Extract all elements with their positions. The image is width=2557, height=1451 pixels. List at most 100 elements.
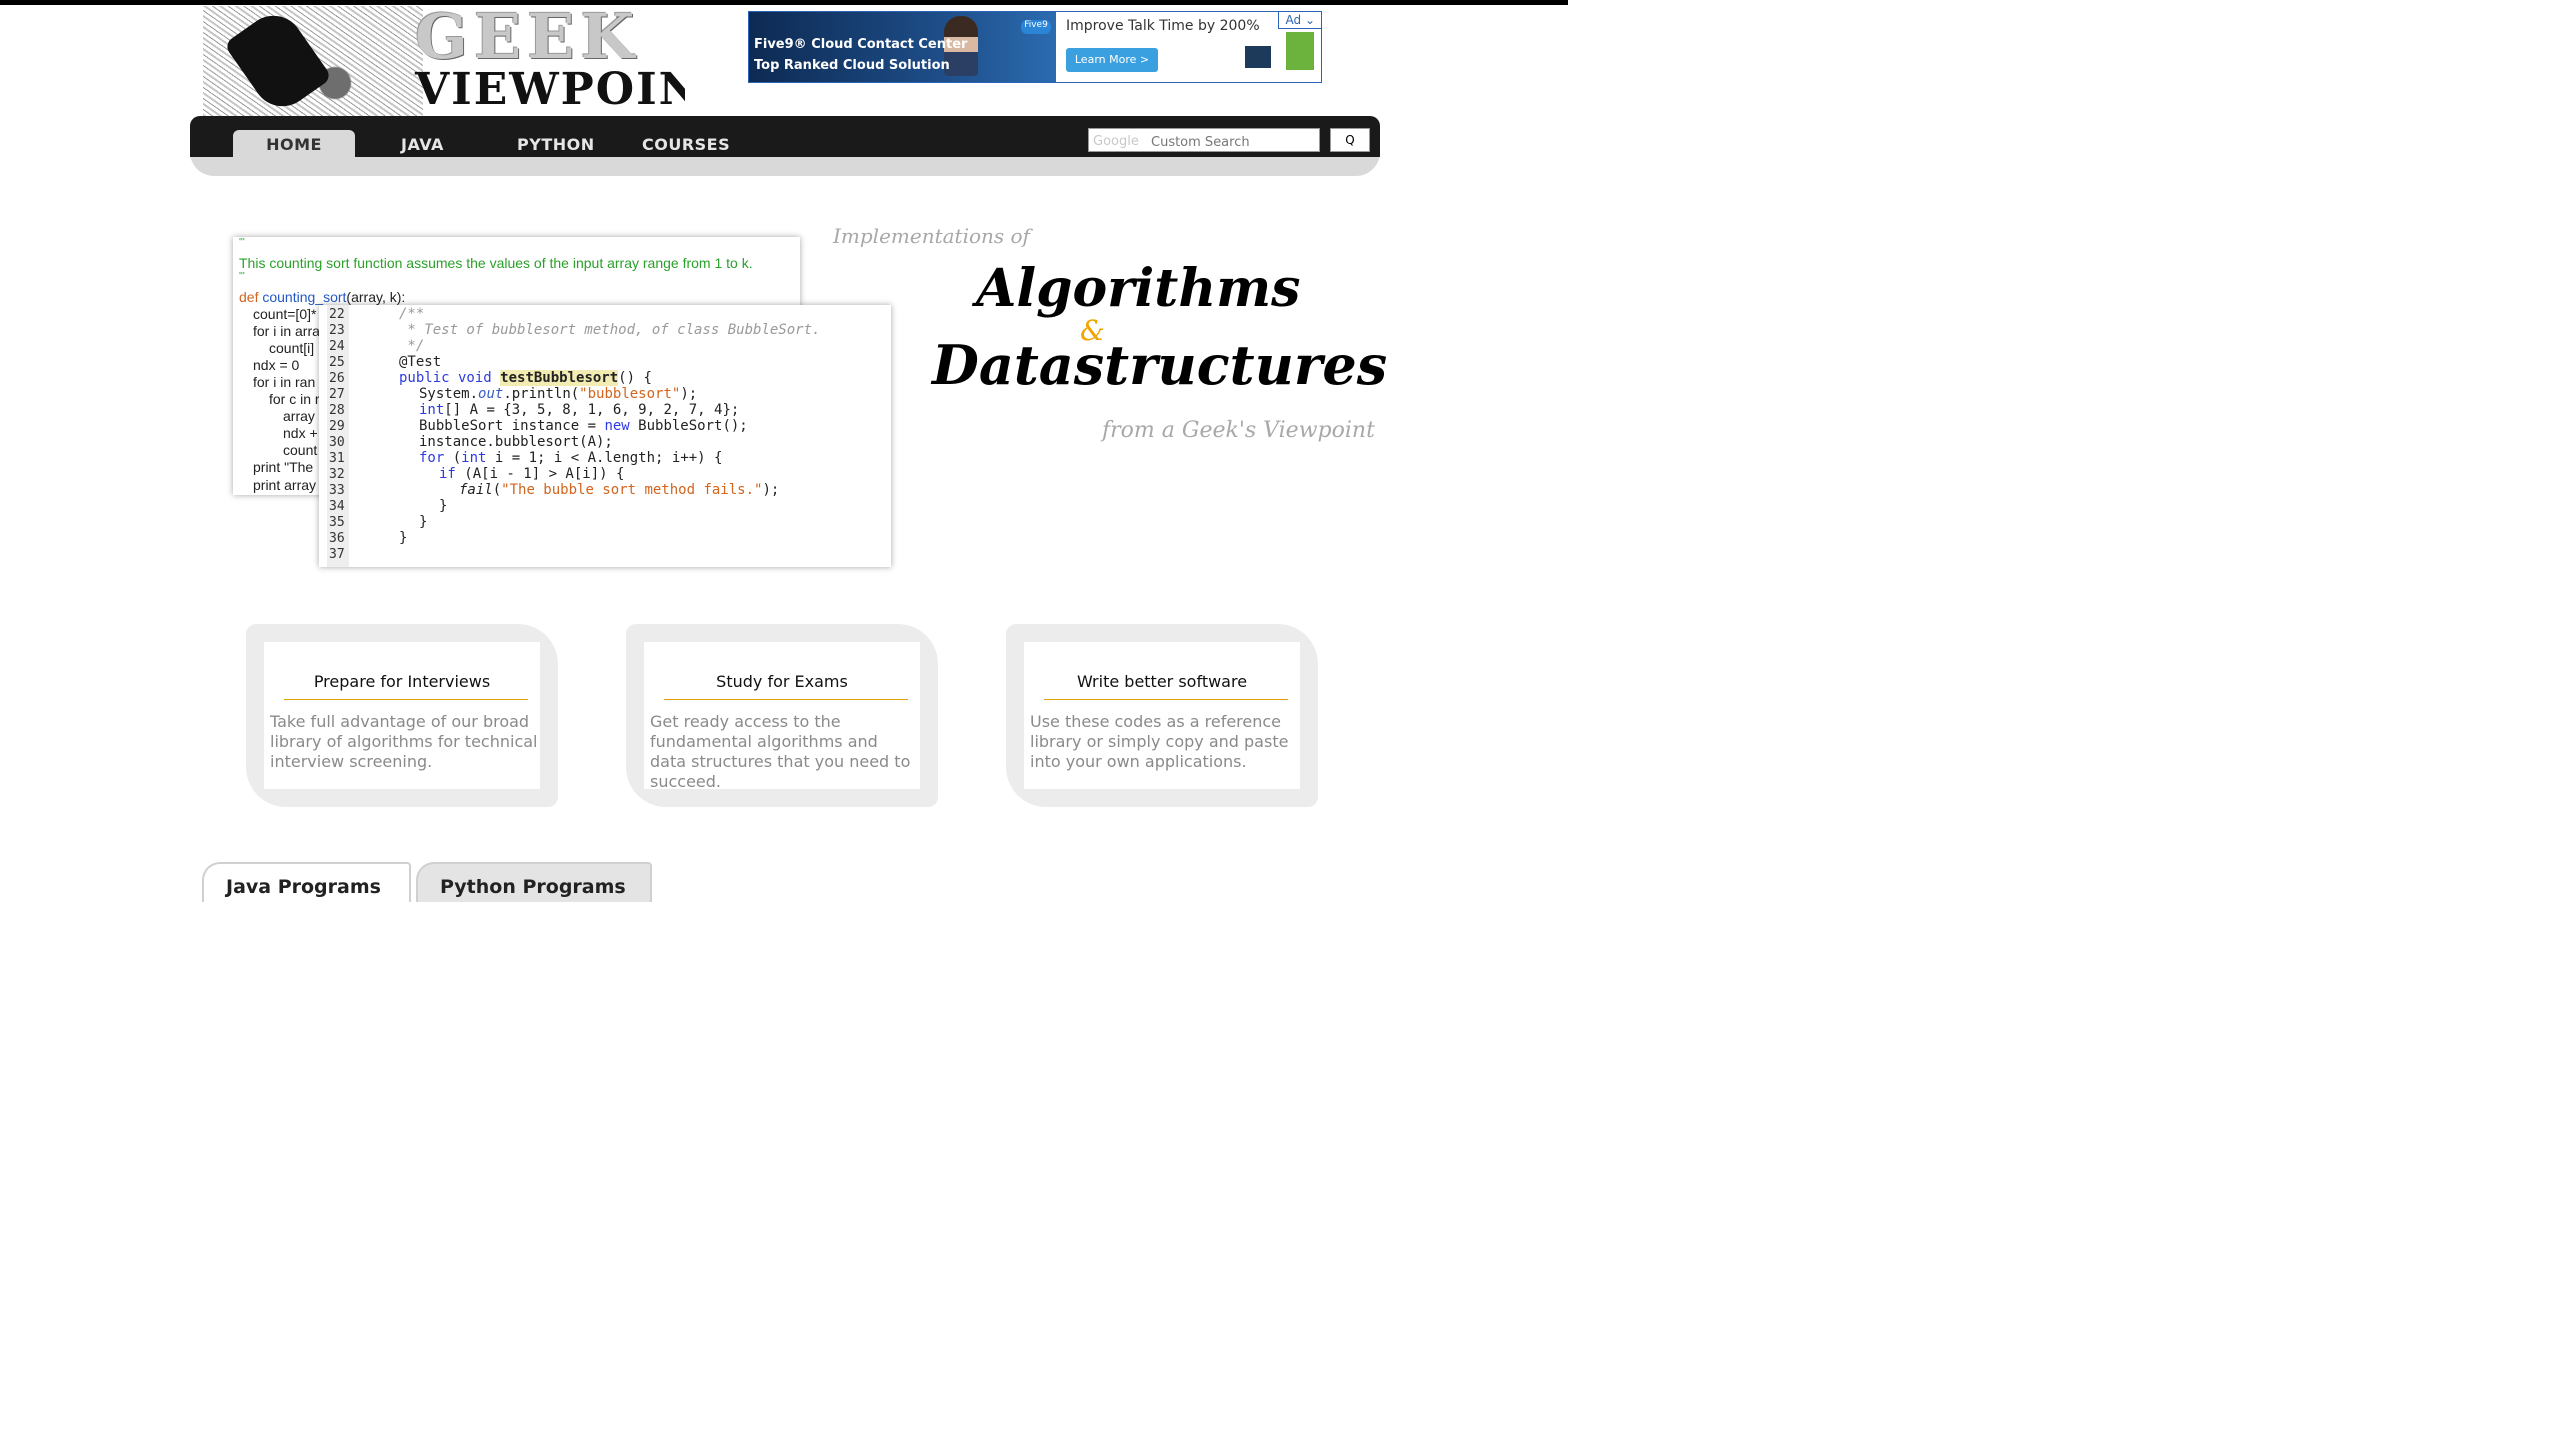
java-annotation: @Test [399,354,442,370]
feature-card-software: Write better software Use these codes as… [1006,624,1318,807]
java-comment: /** [399,306,425,322]
java-keyword: int [461,450,487,466]
java-text: ( [492,482,502,498]
card-body: Use these codes as a reference library o… [1030,712,1289,771]
feature-card-interviews: Prepare for Interviews Take full advanta… [246,624,558,807]
tab-java-programs[interactable]: Java Programs [202,862,411,902]
logo-word-viewpoint: VIEWPOINT [415,64,685,115]
java-line: BubbleSort instance = new BubbleSort(); [419,418,748,434]
hero-title-datastructures: Datastructures [932,333,1388,397]
hero-title-algorithms: Algorithms [976,258,1301,319]
ad-headline: Improve Talk Time by 200% [1066,18,1260,34]
feature-card-exams: Study for Exams Get ready access to the … [626,624,938,807]
ad-badge-label: Ad [1285,13,1302,27]
site-logo[interactable]: GEEK VIEWPOINT [203,6,685,116]
ad-brand-logo: Five9 [1021,20,1051,34]
google-logo-text: Google [1093,134,1139,149]
hero-intro: Implementations of [833,224,1030,248]
line-number: 32 [329,467,345,482]
code-line: count=[0]* [253,306,317,322]
java-text: ( [444,450,462,466]
java-method-call: fail [459,482,493,498]
line-number: 26 [329,371,345,386]
java-keyword: for [419,450,445,466]
python-def-line: def counting_sort(array, k): [239,289,405,305]
line-number: 31 [329,451,345,466]
card-divider [1044,699,1288,700]
search-placeholder: Custom Search [1151,135,1250,150]
java-line: instance.bubblesort(A); [419,434,613,450]
card-title: Prepare for Interviews [313,672,491,691]
line-number: 30 [329,435,345,450]
line-number: 29 [329,419,345,434]
ad-line-2: Top Ranked Cloud Solution [754,58,950,73]
java-line: fail("The bubble sort method fails."); [459,482,779,498]
code-line: ndx + [283,425,318,441]
code-line: count [283,442,318,458]
java-text: .println( [503,386,580,402]
code-line: for i in ran [253,374,316,390]
line-number: 24 [329,339,345,354]
function-name: counting_sort [262,289,347,305]
search-button[interactable]: Q [1330,128,1370,152]
def-keyword: def [239,289,259,305]
chevron-down-icon: ⌄ [1304,13,1315,27]
code-line: ndx = 0 [253,357,300,373]
java-text: System. [419,386,479,402]
java-comment: */ [399,338,425,354]
search-input[interactable]: Google Custom Search [1088,128,1320,152]
java-line: System.out.println("bubblesort"); [419,386,697,402]
code-line: for i in arra [253,323,320,339]
top-border [0,0,1568,5]
java-text: ); [762,482,780,498]
line-number: 34 [329,499,345,514]
code-line: array [283,408,315,424]
code-line: for c in r [269,391,320,407]
java-keyword: new [604,418,630,434]
java-line: } [399,530,408,546]
logo-word-geek: GEEK [415,6,641,73]
java-text: ); [680,386,698,402]
docstring-open: ''' [239,237,245,248]
java-field: out [478,386,504,402]
nav-tab-courses[interactable]: COURSES [642,130,730,157]
java-signature: public void testBubblesort() { [399,370,652,386]
java-keyword: int [419,402,445,418]
java-method-name: testBubblesort [500,370,619,386]
ad-learn-more-button[interactable]: Learn More > [1066,48,1158,72]
java-code-image: 22 23 24 25 26 27 28 29 30 31 32 33 34 3… [319,305,891,567]
java-line: for (int i = 1; i < A.length; i++) { [419,450,722,466]
ad-banner[interactable]: Five9 Five9® Cloud Contact Center Top Ra… [748,11,1322,83]
nav-tab-java[interactable]: JAVA [401,130,444,157]
line-number: 23 [329,323,345,338]
java-text: BubbleSort(); [629,418,748,434]
main-navigation: HOME JAVA PYTHON COURSES Google Custom S… [190,116,1380,176]
java-text: [] A = {3, 5, 8, 1, 6, 9, 2, 7, 4}; [444,402,740,418]
ad-choices-badge[interactable]: Ad ⌄ [1278,12,1321,29]
card-body: Get ready access to the fundamental algo… [650,712,911,791]
ad-line-1: Five9® Cloud Contact Center [754,37,968,52]
line-number: 36 [329,531,345,546]
java-keyword: public void [399,370,492,386]
card-body: Take full advantage of our broad library… [270,712,538,771]
java-string: "bubblesort" [579,386,681,402]
line-number: 37 [329,547,345,562]
tab-python-programs[interactable]: Python Programs [416,862,652,902]
ad-image-panel: Five9 Five9® Cloud Contact Center Top Ra… [749,12,1056,82]
java-text: i = 1; i < A.length; i++) { [486,450,723,466]
code-line: print "The [253,459,314,475]
java-line: int[] A = {3, 5, 8, 1, 6, 9, 2, 7, 4}; [419,402,739,418]
line-number: 28 [329,403,345,418]
java-text: (A[i - 1] > A[i]) { [455,466,625,482]
docstring-close: ''' [239,271,245,282]
nav-tab-python[interactable]: PYTHON [517,130,595,157]
card-title: Write better software [1076,672,1248,691]
java-text: () { [618,370,652,386]
nav-tab-home[interactable]: HOME [233,130,355,157]
function-params: (array, k): [346,289,406,305]
line-number: 22 [329,307,345,322]
ad-chart-graphic [1286,32,1314,70]
docstring-comment: This counting sort function assumes the … [239,255,753,271]
code-line: print array [253,477,317,493]
card-divider [284,699,528,700]
